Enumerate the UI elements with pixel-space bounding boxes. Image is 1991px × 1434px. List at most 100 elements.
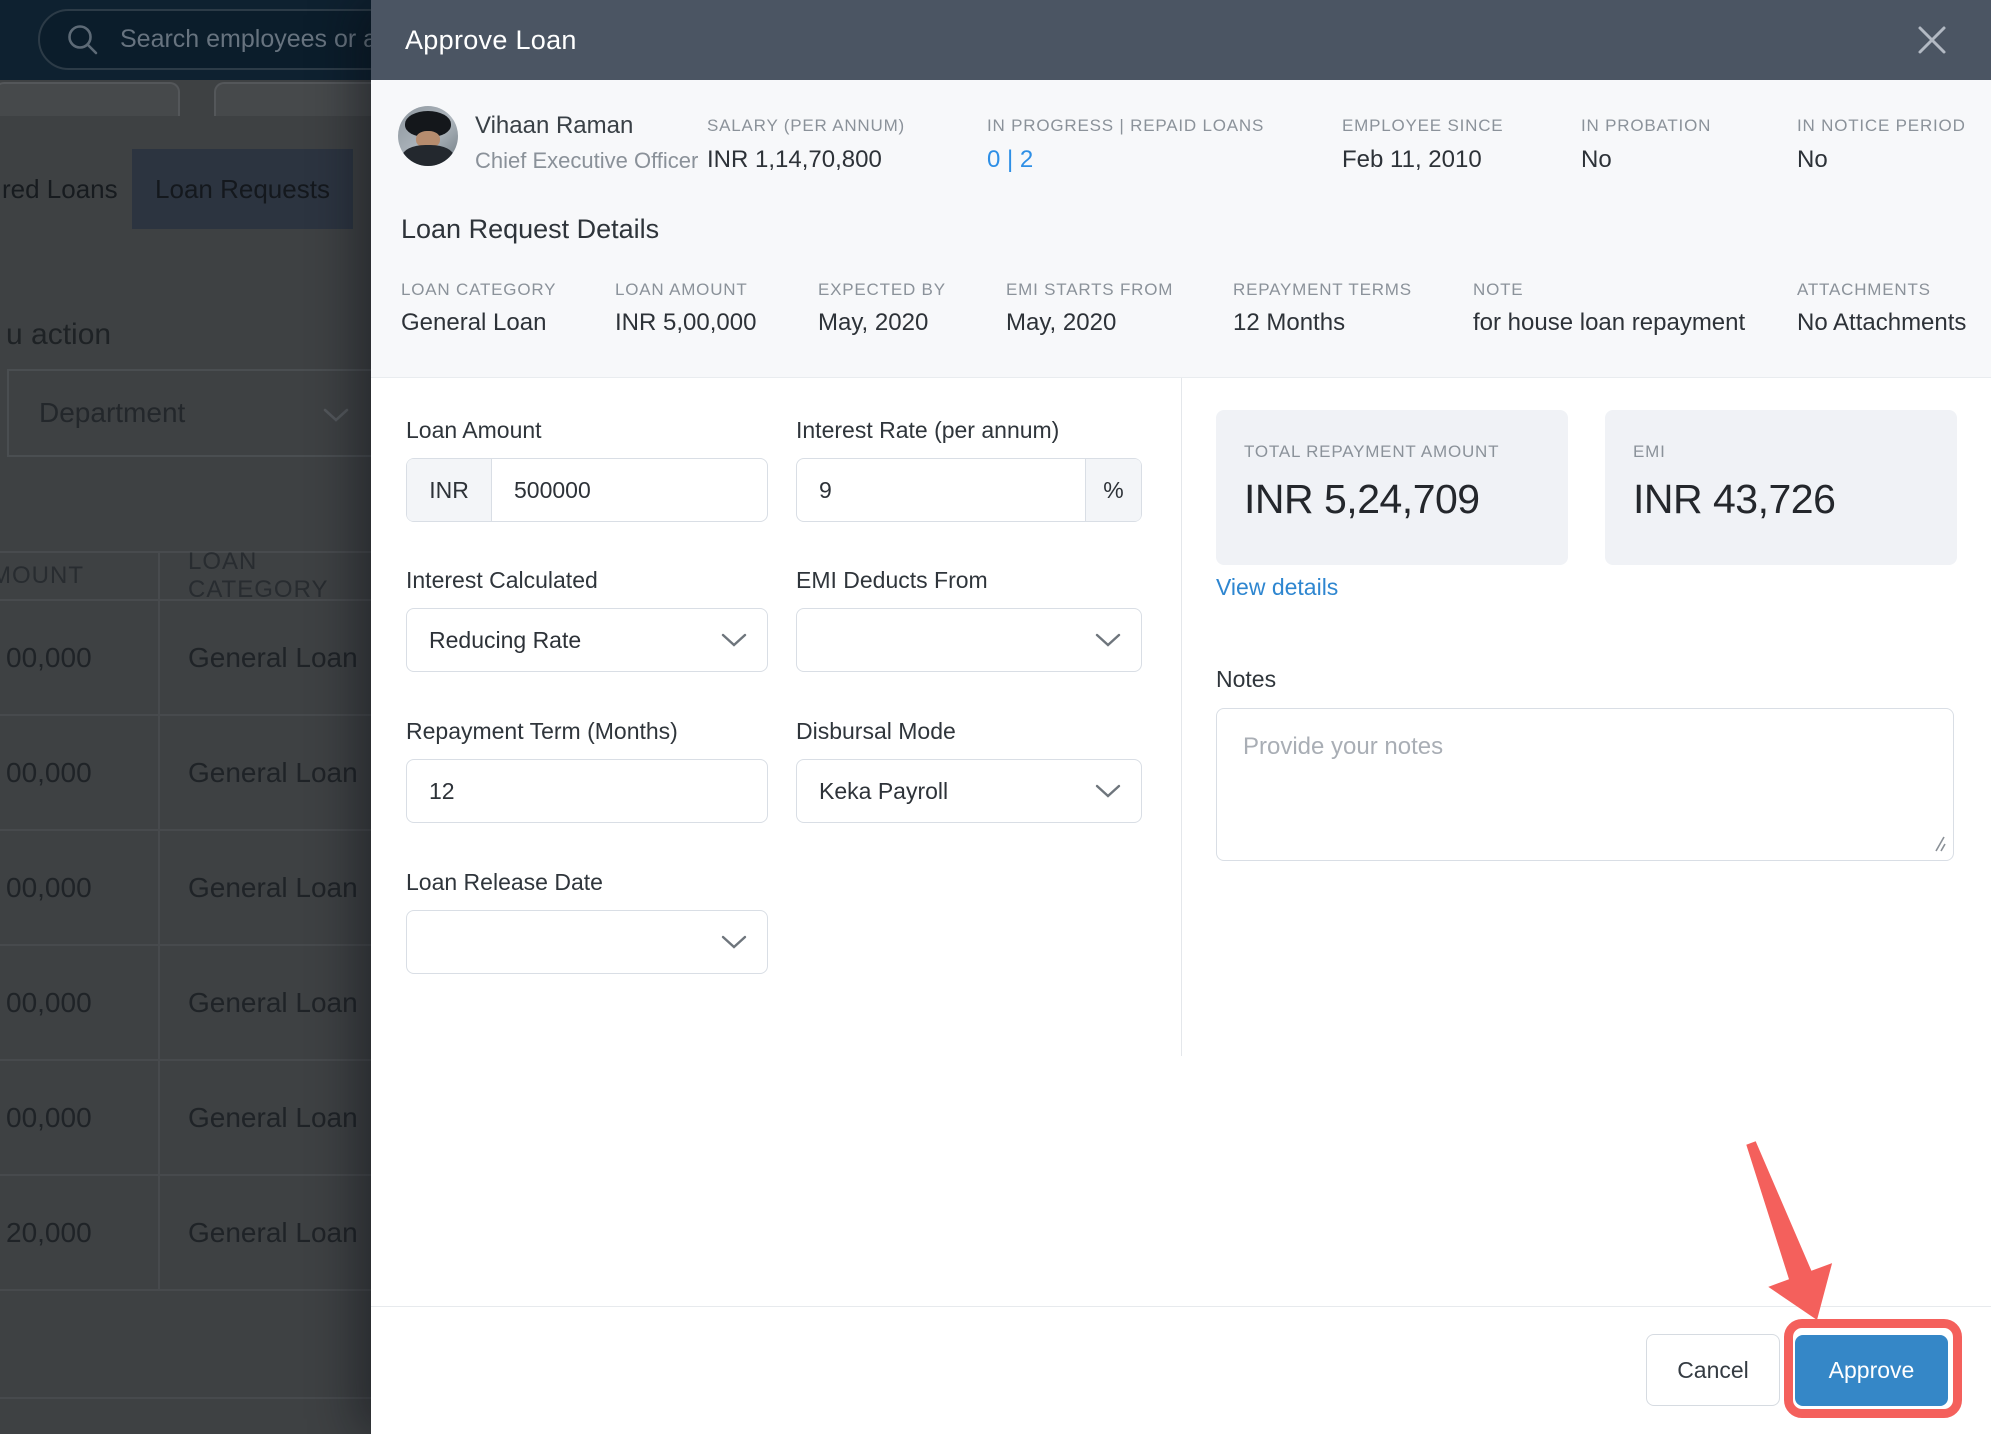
employee-role: Chief Executive Officer [475,148,699,173]
background-card [214,82,371,116]
repayment-term-group: Repayment Term (Months) [406,718,768,823]
chevron-down-icon [721,935,747,949]
table-row[interactable]: 00,000 General Loan [0,716,371,831]
loan-request-details-heading: Loan Request Details [401,214,660,244]
interest-rate-group: Interest Rate (per annum) % [796,417,1142,522]
approve-button[interactable]: Approve [1795,1335,1948,1406]
background-card [0,82,180,116]
amount-cell: 00,000 [6,641,92,673]
table-row[interactable]: 00,000 General Loan [0,1061,371,1176]
close-icon[interactable] [1913,21,1951,59]
tab-label: Loan Requests [155,173,330,204]
loan-amount-label: Loan Amount [406,417,542,443]
interest-rate-input[interactable] [797,476,1085,504]
percent-addon: % [1085,459,1141,521]
table-header-row: AMOUNT LOAN CATEGORY [0,548,371,603]
department-filter[interactable]: Department [7,369,371,457]
total-repayment-card: TOTAL REPAYMENT AMOUNT INR 5,24,709 [1216,410,1568,565]
category-cell: General Loan [188,1101,358,1133]
emi-card: EMI INR 43,726 [1605,410,1957,565]
interest-rate-label: Interest Rate (per annum) [796,417,1060,443]
search-icon [68,24,98,54]
emi-deducts-from-group: EMI Deducts From [796,567,1142,672]
repayment-term-input[interactable] [407,777,767,805]
notes-label: Notes [1216,666,1277,692]
loan-release-date-select[interactable] [406,910,768,974]
department-filter-label: Department [39,397,186,428]
detail-note: NOTE for house loan repayment [1473,280,1746,336]
modal-body: Loan Amount INR Interest Rate (per annum… [371,378,1991,1306]
category-cell: General Loan [188,641,358,673]
background-heading-fragment: u action [6,318,112,351]
detail-loan-amount: LOAN AMOUNT INR 5,00,000 [615,280,757,336]
notes-textarea[interactable] [1216,708,1954,861]
detail-expected-by: EXPECTED BY May, 2020 [818,280,946,336]
amount-cell: 00,000 [6,1101,92,1133]
modal-header: Approve Loan [371,0,1991,80]
chevron-down-icon [1095,784,1121,798]
tab-label: red Loans [2,173,118,204]
total-repayment-value: INR 5,24,709 [1244,476,1480,522]
emi-deducts-from-label: EMI Deducts From [796,567,988,593]
chevron-down-icon [721,633,747,647]
repayment-term-label: Repayment Term (Months) [406,718,678,744]
tab-loans[interactable]: red Loans [0,149,132,229]
interest-calculated-group: Interest Calculated Reducing Rate [406,567,768,672]
stat-salary: SALARY (PER ANNUM) INR 1,14,70,800 [707,116,905,173]
employee-summary-section: Vihaan Raman Chief Executive Officer SAL… [371,80,1991,378]
stat-in-probation: IN PROBATION No [1581,116,1712,173]
category-cell: General Loan [188,756,358,788]
column-header-amount[interactable]: AMOUNT [0,553,160,599]
stat-in-notice-period: IN NOTICE PERIOD No [1797,116,1966,173]
search-bar[interactable]: Search employees or action [38,9,371,70]
tab-loan-requests[interactable]: Loan Requests [132,149,353,229]
table-row[interactable]: 20,000 General Loan [0,1176,371,1291]
amount-cell: 20,000 [6,1216,92,1248]
table-row[interactable]: 00,000 General Loan [0,831,371,946]
view-details-link[interactable]: View details [1216,574,1338,601]
search-placeholder: Search employees or action [120,25,371,53]
avatar [398,106,458,166]
chevron-down-icon [323,408,349,422]
stat-loans: IN PROGRESS | REPAID LOANS 0 | 2 [987,116,1265,174]
employee-name: Vihaan Raman [475,112,634,139]
stat-employee-since: EMPLOYEE SINCE Feb 11, 2010 [1342,116,1504,173]
detail-loan-category: LOAN CATEGORY General Loan [401,280,557,336]
approve-loan-modal: Approve Loan Vihaan Raman Chief Executiv… [371,0,1991,1434]
background-topbar: Search employees or action [0,0,371,80]
modal-footer: Cancel Approve [371,1306,1991,1434]
detail-repayment-terms: REPAYMENT TERMS 12 Months [1233,280,1412,336]
loan-requests-table: 00,000 General Loan 00,000 General Loan … [0,601,371,1291]
detail-emi-starts-from: EMI STARTS FROM May, 2020 [1006,280,1174,336]
currency-addon: INR [407,459,492,521]
disbursal-mode-select[interactable]: Keka Payroll [796,759,1142,823]
screen: Search employees or action red Loans Loa… [0,0,1991,1434]
notes-field-wrap [1216,708,1954,861]
background-page: Search employees or action red Loans Loa… [0,0,371,1434]
disbursal-mode-group: Disbursal Mode Keka Payroll [796,718,1142,823]
interest-calculated-select[interactable]: Reducing Rate [406,608,768,672]
amount-cell: 00,000 [6,871,92,903]
category-cell: General Loan [188,986,358,1018]
chevron-down-icon [1095,633,1121,647]
amount-cell: 00,000 [6,756,92,788]
resize-grip-icon[interactable] [1928,835,1946,853]
table-row[interactable]: 00,000 General Loan [0,946,371,1061]
table-row[interactable]: 00,000 General Loan [0,601,371,716]
modal-title: Approve Loan [405,24,577,55]
disbursal-mode-label: Disbursal Mode [796,718,956,744]
category-cell: General Loan [188,1216,358,1248]
loan-amount-group: Loan Amount INR [406,417,768,522]
cancel-button[interactable]: Cancel [1646,1334,1780,1406]
interest-calculated-label: Interest Calculated [406,567,598,593]
category-cell: General Loan [188,871,358,903]
loans-count-link[interactable]: 0 | 2 [987,146,1264,174]
detail-attachments: ATTACHMENTS No Attachments [1797,280,1967,336]
loan-release-date-group: Loan Release Date [406,869,768,974]
column-header-loan-category[interactable]: LOAN CATEGORY [160,548,371,603]
amount-cell: 00,000 [6,986,92,1018]
loan-amount-input[interactable] [492,476,767,504]
emi-deducts-from-select[interactable] [796,608,1142,672]
loan-release-date-label: Loan Release Date [406,869,603,895]
divider [0,1397,371,1399]
